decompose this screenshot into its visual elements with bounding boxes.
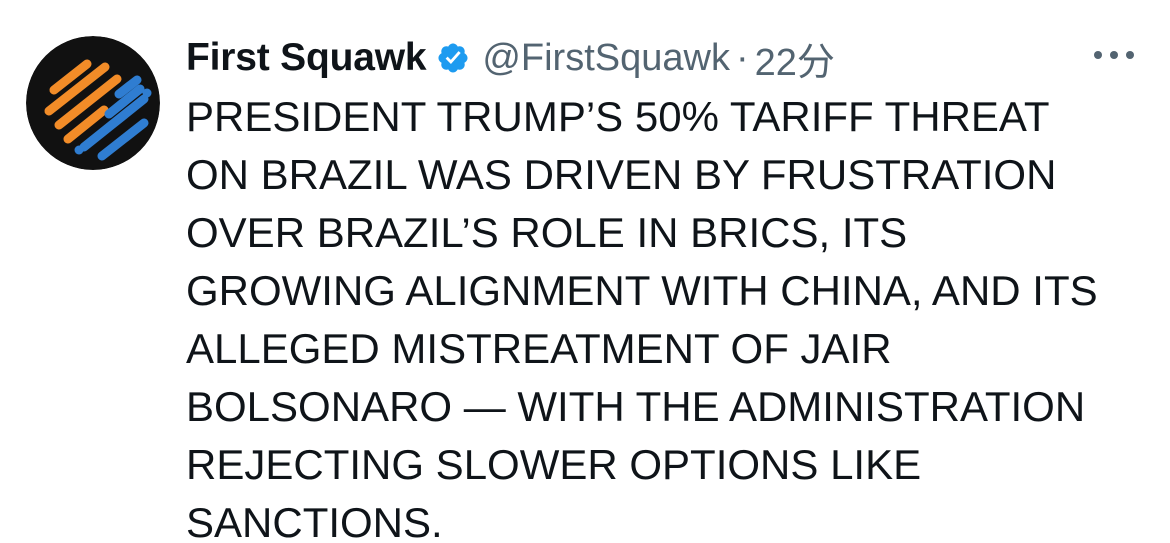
tweet-text: PRESIDENT TRUMP’S 50% TARIFF THREAT ON B… — [186, 88, 1156, 543]
first-squawk-logo-icon — [26, 36, 160, 170]
tweet-text-line-1: PRESIDENT TRUMP’S 50% TARIFF THREAT — [186, 93, 1050, 140]
tweet-text-line-4: GROWING ALIGNMENT WITH CHINA, AND ITS — [186, 267, 1098, 314]
tweet-text-line-5: ALLEGED MISTREATMENT OF JAIR — [186, 325, 892, 372]
tweet-card[interactable]: First Squawk @FirstSquawk · 22分 PRESIDEN… — [0, 0, 1170, 543]
tweet-text-line-7: REJECTING SLOWER OPTIONS LIKE — [186, 441, 922, 488]
separator: · — [735, 36, 749, 79]
timestamp[interactable]: 22分 — [755, 31, 835, 86]
display-name[interactable]: First Squawk — [186, 36, 427, 80]
tweet-header: First Squawk @FirstSquawk · 22分 — [186, 30, 835, 86]
tweet-text-line-8: SANCTIONS. — [186, 499, 443, 543]
user-handle[interactable]: @FirstSquawk — [482, 37, 730, 80]
tweet-text-line-6: BOLSONARO — WITH THE ADMINISTRATION — [186, 383, 1086, 430]
verified-badge-icon — [436, 41, 470, 75]
tweet-text-line-2: ON BRAZIL WAS DRIVEN BY FRUSTRATION — [186, 151, 1057, 198]
tweet-text-line-3: OVER BRAZIL’S ROLE IN BRICS, ITS — [186, 209, 908, 256]
more-horizontal-icon[interactable] — [1088, 38, 1140, 72]
avatar[interactable] — [26, 36, 160, 170]
